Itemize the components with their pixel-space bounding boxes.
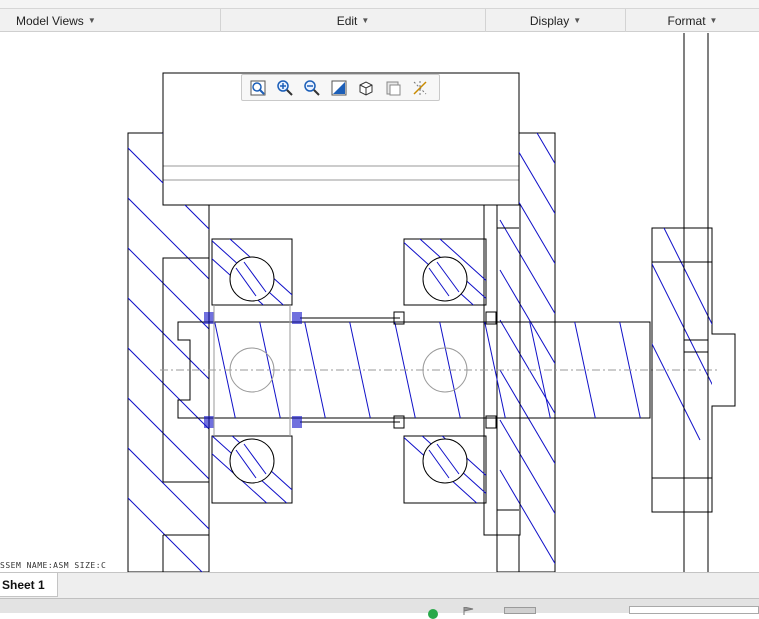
window-top-strip xyxy=(0,0,759,9)
zoom-in-button[interactable] xyxy=(273,77,296,98)
zoom-out-icon xyxy=(303,79,320,96)
chevron-down-icon: ▼ xyxy=(361,16,370,25)
drawing-canvas[interactable] xyxy=(0,33,759,572)
shaft xyxy=(160,317,720,423)
chevron-down-icon: ▼ xyxy=(709,16,718,25)
title-block-text: SSEM NAME:ASM SIZE:C xyxy=(0,561,107,570)
right-end-wall xyxy=(496,132,556,572)
left-end-wall xyxy=(127,132,210,572)
refit-icon xyxy=(250,80,265,95)
sheet-display-button[interactable] xyxy=(381,77,404,98)
datum-display-icon xyxy=(412,80,427,95)
display-style-button[interactable] xyxy=(354,77,377,98)
hub-flange xyxy=(651,33,736,572)
sheet-tab[interactable]: Sheet 1 xyxy=(0,573,58,597)
refit-button[interactable] xyxy=(246,77,269,98)
chevron-down-icon: ▼ xyxy=(573,16,582,25)
assembly-section-drawing xyxy=(127,33,736,572)
repaint-button[interactable] xyxy=(327,77,350,98)
ribbon-group-label: Format xyxy=(667,13,706,28)
ribbon-group-bar: Model Views ▼ Edit ▼ Display ▼ Format ▼ xyxy=(0,9,759,32)
status-bar xyxy=(0,598,759,619)
ribbon-group-model-views[interactable]: Model Views ▼ xyxy=(0,9,221,32)
repaint-icon xyxy=(331,80,346,95)
ribbon-group-format[interactable]: Format ▼ xyxy=(626,9,759,32)
sheet-tab-bar: Sheet 1 xyxy=(0,572,759,598)
view-toolbar xyxy=(241,74,440,101)
status-ok-icon xyxy=(428,609,438,619)
ribbon-group-display[interactable]: Display ▼ xyxy=(486,9,626,32)
flag-icon[interactable] xyxy=(463,607,475,615)
ribbon-group-label: Model Views xyxy=(16,13,84,28)
zoom-out-button[interactable] xyxy=(300,77,323,98)
ribbon-group-label: Edit xyxy=(336,13,358,28)
chevron-down-icon: ▼ xyxy=(87,16,96,25)
sheet-display-icon xyxy=(386,81,400,95)
bearing-right xyxy=(393,238,497,504)
display-style-icon xyxy=(359,80,372,96)
ribbon-group-label: Display xyxy=(529,13,570,28)
inner-bores xyxy=(162,204,521,572)
zoom-in-icon xyxy=(276,79,293,96)
bearing-left xyxy=(204,238,302,504)
ribbon-group-edit[interactable]: Edit ▼ xyxy=(221,9,486,32)
datum-display-button[interactable] xyxy=(408,77,431,98)
